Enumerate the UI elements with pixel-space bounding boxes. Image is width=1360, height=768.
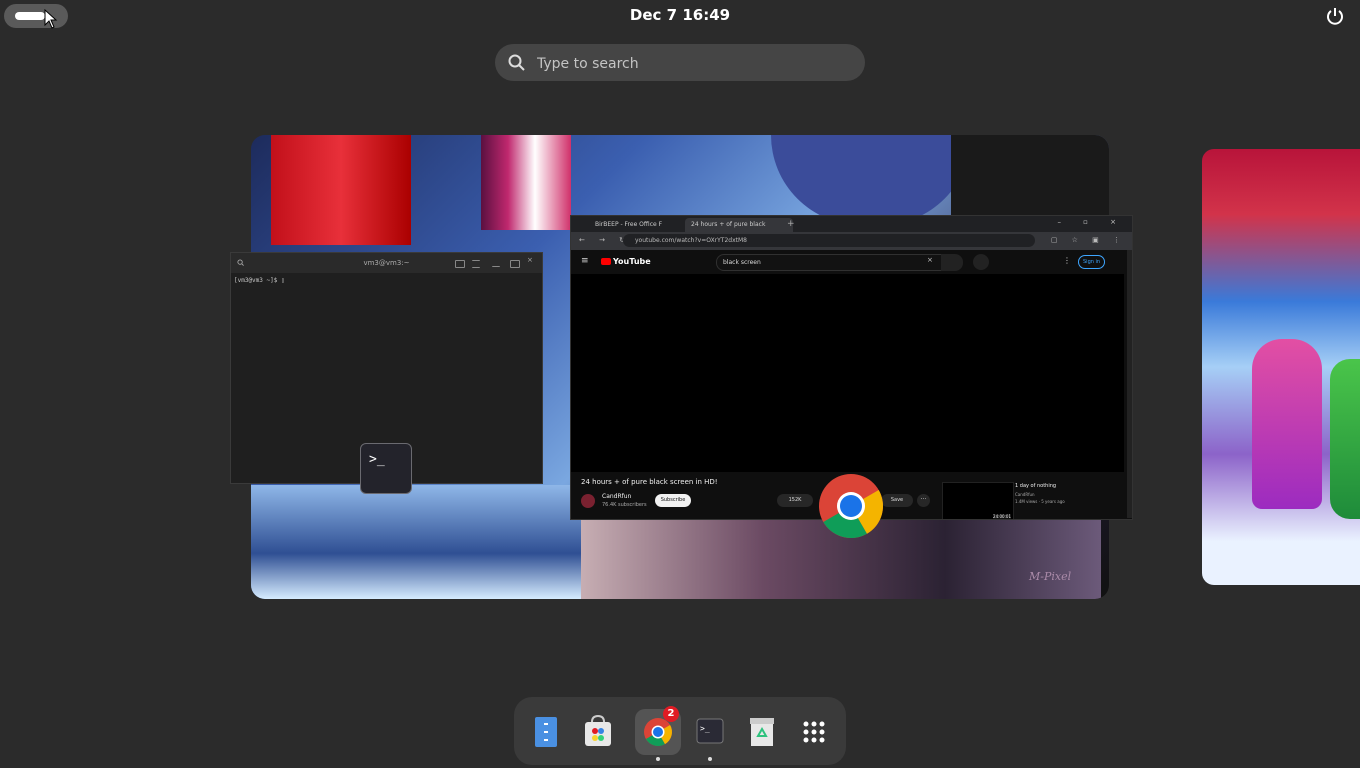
dock-item-files[interactable] (523, 709, 569, 755)
terminal-icon: >_ (696, 718, 724, 744)
youtube-logo[interactable]: YouTube (601, 257, 651, 266)
browser-tab[interactable]: BirBEEP - Free Office F (589, 218, 693, 232)
sign-in-button[interactable]: Sign in (1078, 255, 1106, 269)
like-button[interactable]: 152K (777, 494, 813, 507)
wallpaper-shape (951, 135, 1109, 215)
channel-avatar[interactable] (581, 494, 595, 508)
youtube-header: ≡ YouTube black screen × ⋮ Sign in (571, 250, 1132, 274)
dock-item-terminal[interactable]: >_ (687, 709, 733, 761)
microphone-icon[interactable] (973, 254, 989, 270)
scrollbar[interactable] (1127, 250, 1132, 518)
software-store-icon (585, 714, 611, 746)
search-input[interactable] (535, 44, 839, 83)
files-icon (535, 717, 557, 747)
running-indicator (656, 757, 660, 761)
wallpaper-shape (271, 135, 411, 245)
new-tab-icon[interactable]: + (787, 219, 795, 229)
svg-text:>_: >_ (700, 724, 710, 733)
notification-badge: 2 (663, 706, 679, 722)
power-icon[interactable] (1325, 6, 1345, 26)
app-grid-icon (803, 721, 825, 743)
address-bar[interactable]: youtube.com/watch?v=OXrYT2dxtM8 (623, 234, 1035, 247)
wallpaper-shape (1252, 339, 1322, 509)
workspace-thumbnail-next[interactable] (1202, 149, 1360, 585)
dock-item-chrome[interactable]: 2 (635, 706, 681, 761)
close-icon: × (527, 256, 533, 264)
chrome-toolbar: ← → ↻ youtube.com/watch?v=OXrYT2dxtM8 ▢ … (571, 232, 1132, 250)
menu-icon (472, 260, 480, 268)
search-bar[interactable] (495, 44, 865, 83)
browser-tab[interactable]: 24 hours + of pure black (685, 218, 793, 232)
dock-item-trash[interactable] (739, 709, 785, 755)
hamburger-icon[interactable]: ≡ (581, 256, 589, 266)
dock-item-app-grid[interactable] (791, 709, 837, 755)
chrome-tabstrip: BirBEEP - Free Office F 24 hours + of pu… (571, 216, 1132, 232)
wallpaper-shape (251, 485, 581, 599)
clear-search-icon[interactable]: × (927, 256, 933, 264)
search-icon (508, 54, 525, 71)
dock: 2 >_ (514, 697, 846, 765)
channel-name[interactable]: CandRfun (602, 493, 631, 500)
recommended-channel: CandRfun (1015, 492, 1035, 497)
terminal-titlebar: vm3@vm3:~ × (231, 253, 542, 273)
video-duration: 24:00:01 (993, 514, 1011, 519)
video-title: 24 hours + of pure black screen in HD! (581, 478, 718, 486)
wallpaper-shape (481, 135, 571, 230)
youtube-play-icon (601, 258, 611, 265)
youtube-logo-text: YouTube (613, 257, 651, 266)
youtube-search-button[interactable] (941, 254, 963, 271)
youtube-search-input[interactable]: black screen (716, 254, 946, 271)
trash-icon (750, 718, 774, 746)
recommended-meta: 1.4M views · 5 years ago (1015, 499, 1065, 504)
more-options-icon[interactable]: ⋮ (1063, 256, 1071, 265)
dock-item-software[interactable] (575, 709, 621, 755)
window-controls[interactable]: – ▫ × (1057, 218, 1126, 226)
subscribe-button[interactable]: Subscribe (655, 494, 691, 507)
wallpaper-shape (771, 135, 971, 225)
extension-icons[interactable]: ▢ ☆ ▣ ⋮ (1051, 236, 1126, 244)
new-tab-icon (455, 260, 465, 268)
running-indicator (708, 757, 712, 761)
video-player[interactable] (571, 274, 1124, 472)
recommended-thumbnail[interactable]: 24:00:01 (942, 482, 1014, 519)
wallpaper-signature: M-Pixel (1029, 570, 1072, 583)
terminal-icon: >_ (360, 443, 412, 494)
more-actions-button[interactable]: ··· (917, 494, 930, 507)
save-button[interactable]: Save (881, 494, 913, 507)
terminal-prompt: [vm3@vm3 ~]$ ▯ (234, 277, 285, 284)
wallpaper-shape (1330, 359, 1360, 519)
maximize-icon (510, 260, 520, 268)
recommended-title[interactable]: 1 day of nothing (1015, 483, 1056, 489)
subscriber-count: 76.4K subscribers (602, 502, 647, 508)
chrome-icon (819, 474, 883, 538)
minimize-icon (492, 260, 500, 267)
clock[interactable]: Dec 7 16:49 (0, 6, 1360, 24)
